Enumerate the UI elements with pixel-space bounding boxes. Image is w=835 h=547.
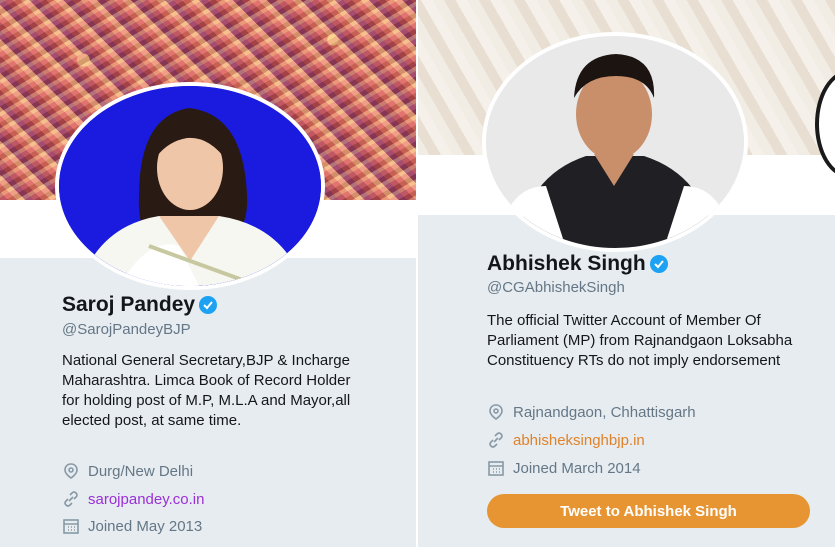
location-text: Rajnandgaon, Chhattisgarh	[513, 403, 696, 421]
profile-location: Durg/New Delhi	[62, 462, 193, 480]
avatar-portrait	[59, 86, 321, 286]
profile-card-abhishek-singh: Abhishek Singh @CGAbhishekSingh The offi…	[418, 0, 835, 547]
link-icon	[64, 491, 78, 507]
joined-text: Joined May 2013	[88, 517, 203, 535]
verified-badge-icon	[199, 296, 218, 315]
tweet-to-button[interactable]: Tweet to Abhishek Singh	[487, 494, 810, 528]
link-icon	[489, 432, 503, 448]
profile-name: Abhishek Singh	[487, 252, 668, 276]
location-text: Durg/New Delhi	[88, 462, 194, 480]
profile-joined: Joined March 2014	[487, 459, 641, 477]
profile-bio: The official Twitter Account of Member O…	[487, 312, 793, 369]
profile-handle[interactable]: @CGAbhishekSingh	[487, 279, 625, 296]
profile-location: Rajnandgaon, Chhattisgarh	[487, 403, 696, 421]
joined-text: Joined March 2014	[513, 459, 641, 477]
website-link[interactable]: sarojpandey.co.in	[88, 491, 204, 508]
profile-name: Saroj Pandey	[62, 293, 218, 317]
avatar[interactable]	[55, 82, 325, 290]
calendar-icon	[63, 519, 79, 534]
calendar-icon	[488, 461, 504, 476]
profile-website[interactable]: sarojpandey.co.in	[62, 490, 204, 508]
avatar-portrait	[486, 36, 744, 248]
profile-handle[interactable]: @SarojPandeyBJP	[62, 321, 191, 338]
verified-badge-icon	[649, 255, 668, 274]
location-pin-icon	[64, 463, 78, 479]
website-link[interactable]: abhisheksinghbjp.in	[513, 432, 645, 449]
profile-website[interactable]: abhisheksinghbjp.in	[487, 431, 645, 449]
profile-joined: Joined May 2013	[62, 517, 202, 535]
avatar[interactable]	[482, 32, 748, 252]
profile-card-saroj-pandey: Saroj Pandey @SarojPandeyBJP National Ge…	[0, 0, 416, 547]
profile-bio: National General Secretary,BJP & Incharg…	[62, 352, 351, 429]
location-pin-icon	[489, 404, 503, 420]
